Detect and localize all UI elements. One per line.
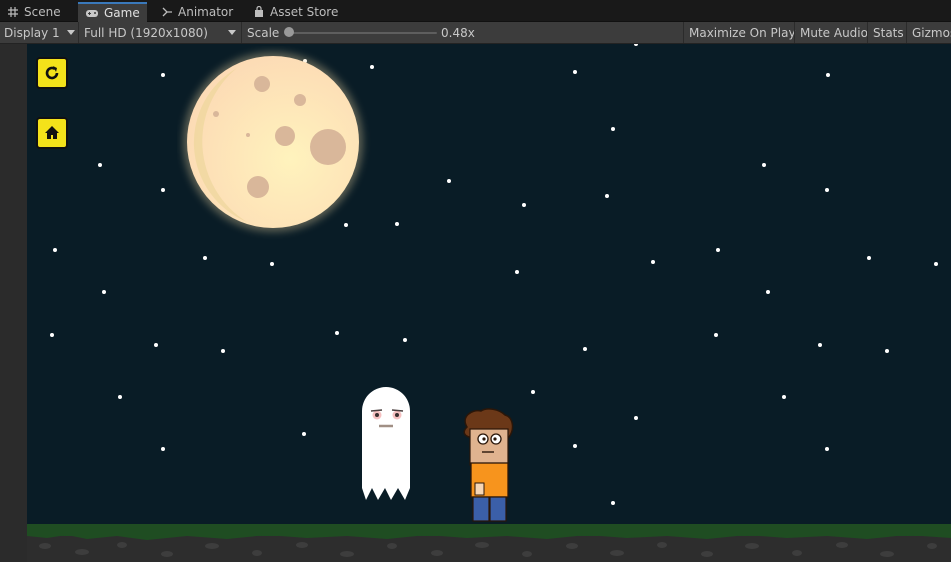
star <box>651 260 655 264</box>
star <box>53 248 57 252</box>
star <box>583 347 587 351</box>
star <box>818 343 822 347</box>
star <box>826 73 830 77</box>
gizmos-button[interactable]: Gizmos <box>906 22 951 43</box>
resolution-value: Full HD (1920x1080) <box>84 25 208 40</box>
star <box>714 333 718 337</box>
star <box>221 349 225 353</box>
star <box>161 73 165 77</box>
tab-scene[interactable]: Scene <box>0 2 68 22</box>
star <box>611 501 615 505</box>
star <box>515 270 519 274</box>
star <box>154 343 158 347</box>
animator-icon <box>162 7 172 17</box>
restart-button[interactable] <box>36 57 68 89</box>
gamepad-icon <box>86 10 98 17</box>
tab-game[interactable]: Game <box>78 2 147 22</box>
restart-icon <box>45 66 59 80</box>
star <box>867 256 871 260</box>
star <box>605 194 609 198</box>
scale-value: 0.48x <box>441 25 475 40</box>
home-button[interactable] <box>36 117 68 149</box>
star <box>203 256 207 260</box>
star <box>50 333 54 337</box>
ghost-character <box>362 387 410 500</box>
star <box>634 416 638 420</box>
star <box>573 70 577 74</box>
tab-label: Animator <box>178 5 234 19</box>
moon <box>183 52 363 232</box>
tab-label: Game <box>104 6 140 20</box>
star <box>716 248 720 252</box>
star <box>395 222 399 226</box>
star <box>782 395 786 399</box>
tab-label: Asset Store <box>270 5 339 19</box>
ground-texture <box>27 535 951 557</box>
star <box>611 127 615 131</box>
star <box>447 179 451 183</box>
star <box>335 331 339 335</box>
player-character <box>463 408 514 522</box>
star <box>270 262 274 266</box>
star <box>885 349 889 353</box>
star <box>825 447 829 451</box>
game-viewport[interactable] <box>27 44 951 562</box>
star <box>762 163 766 167</box>
store-bag-icon <box>255 6 263 17</box>
star <box>302 432 306 436</box>
star <box>102 290 106 294</box>
tab-asset-store[interactable]: Asset Store <box>246 2 345 22</box>
star <box>522 203 526 207</box>
star <box>161 188 165 192</box>
star <box>934 262 938 266</box>
stats-button[interactable]: Stats <box>867 22 909 43</box>
star <box>118 395 122 399</box>
tab-label: Scene <box>24 5 61 19</box>
display-value: Display 1 <box>4 25 60 40</box>
scale-slider-track[interactable] <box>289 32 437 34</box>
editor-tab-bar: Scene Game Animator Asset Store <box>0 0 951 22</box>
grid-icon <box>8 7 18 17</box>
mute-audio-button[interactable]: Mute Audio <box>794 22 873 43</box>
chevron-down-icon <box>67 30 75 35</box>
resolution-dropdown[interactable]: Full HD (1920x1080) <box>80 22 242 43</box>
game-view-toolbar: Display 1 Full HD (1920x1080) Scale 0.48… <box>0 22 951 44</box>
star <box>98 163 102 167</box>
star <box>161 447 165 451</box>
left-gutter <box>0 44 27 562</box>
star <box>573 444 577 448</box>
star <box>766 290 770 294</box>
home-icon <box>45 126 59 139</box>
star <box>403 338 407 342</box>
scale-slider-handle[interactable] <box>284 27 294 37</box>
scale-label: Scale <box>247 25 280 40</box>
maximize-on-play-button[interactable]: Maximize On Play <box>683 22 801 43</box>
chevron-down-icon <box>228 30 236 35</box>
star <box>531 390 535 394</box>
star <box>825 188 829 192</box>
tab-animator[interactable]: Animator <box>154 2 240 22</box>
star <box>634 44 638 46</box>
display-dropdown[interactable]: Display 1 <box>0 22 79 43</box>
